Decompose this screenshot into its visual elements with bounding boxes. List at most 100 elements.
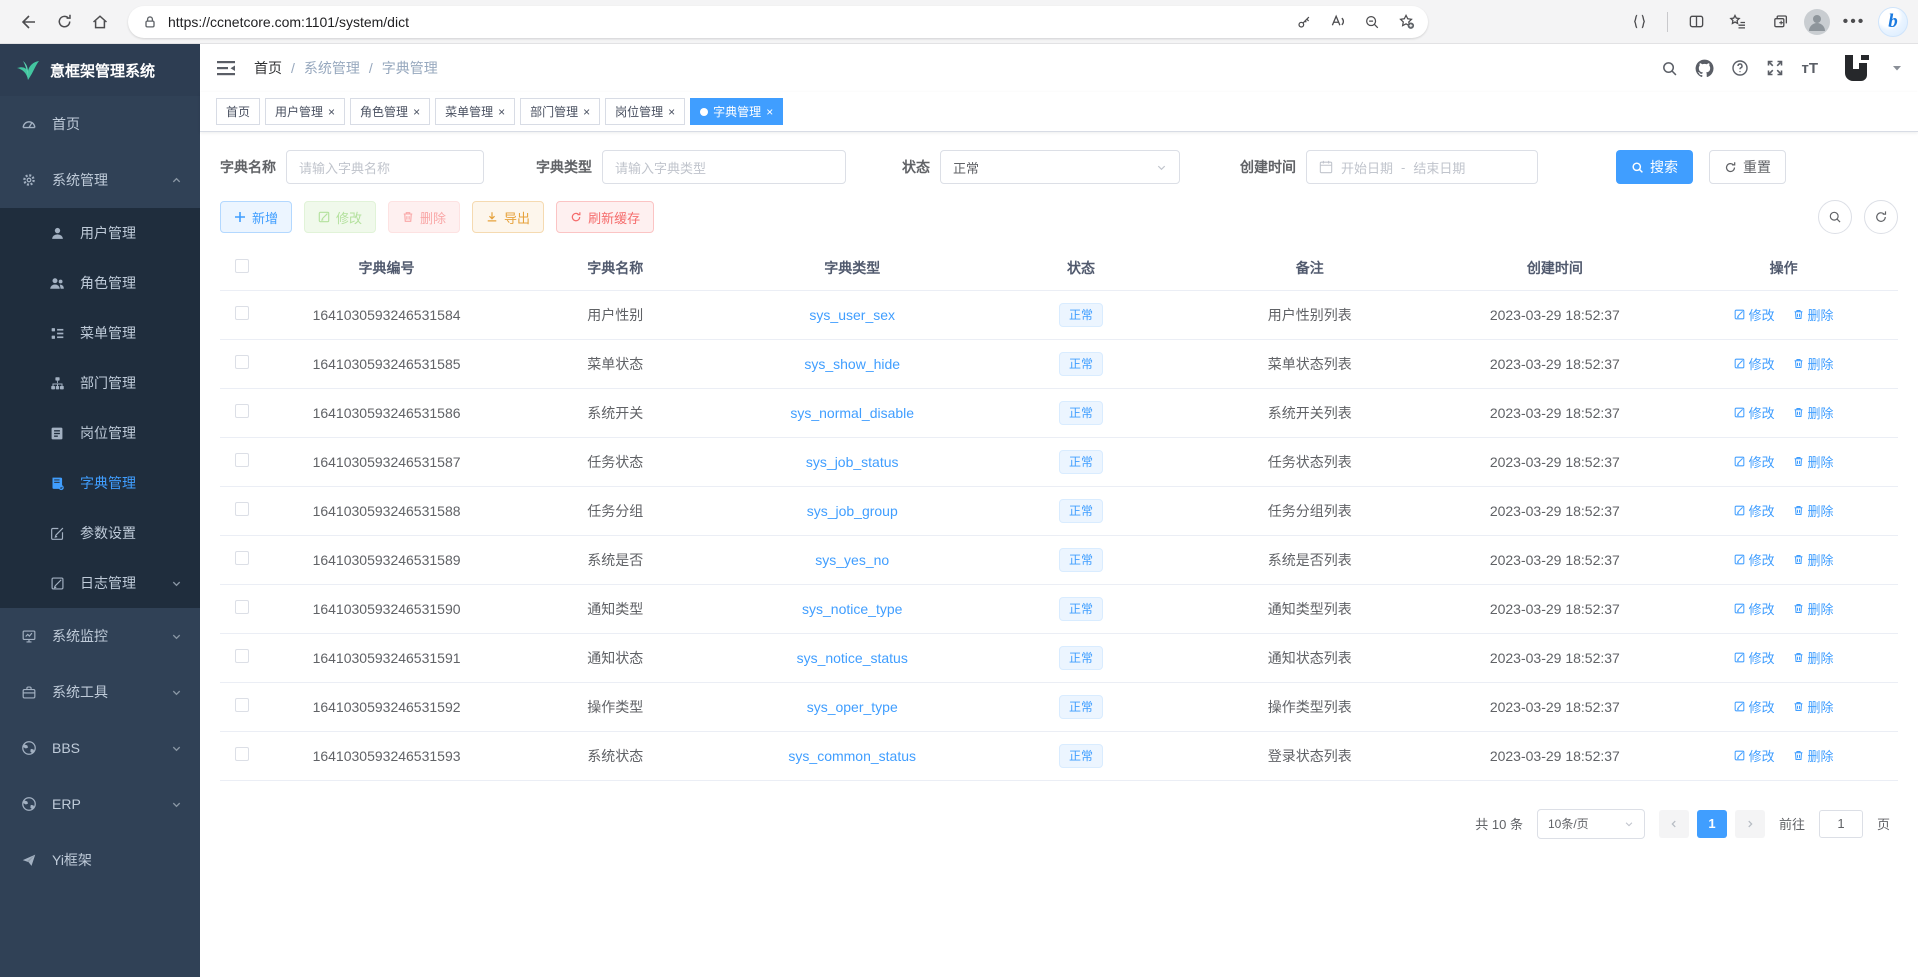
row-checkbox[interactable] [235, 355, 249, 369]
browser-back-button[interactable] [10, 5, 46, 39]
row-checkbox[interactable] [235, 502, 249, 516]
sidebar-item-system-tools[interactable]: 系统工具 [0, 664, 200, 720]
view-tab[interactable]: 岗位管理 × [605, 98, 685, 125]
sidebar-item-role-management[interactable]: 角色管理 [0, 258, 200, 308]
dict-type-link[interactable]: sys_normal_disable [790, 405, 914, 421]
zoom-out-button[interactable] [1356, 8, 1388, 36]
dict-type-link[interactable]: sys_oper_type [807, 699, 898, 715]
delete-button[interactable]: 删除 [388, 201, 460, 233]
dict-name-input[interactable]: 请输入字典名称 [286, 150, 484, 184]
address-bar[interactable]: https://ccnetcore.com:1101/system/dict [128, 6, 1428, 38]
sidebar-item-user-management[interactable]: 用户管理 [0, 208, 200, 258]
edit-button[interactable]: 修改 [304, 201, 376, 233]
search-button[interactable]: 搜索 [1616, 150, 1693, 184]
sidebar-collapse-button[interactable] [216, 59, 236, 77]
tab-close-icon[interactable]: × [413, 106, 420, 118]
password-key-button[interactable] [1288, 8, 1320, 36]
dict-type-link[interactable]: sys_job_status [806, 454, 899, 470]
row-delete-button[interactable]: 删除 [1793, 746, 1834, 765]
sidebar-item-dept-management[interactable]: 部门管理 [0, 358, 200, 408]
row-checkbox[interactable] [235, 551, 249, 565]
browser-profile-avatar[interactable] [1804, 9, 1830, 35]
read-aloud-button[interactable] [1322, 8, 1354, 36]
reset-button[interactable]: 重置 [1709, 150, 1786, 184]
sidebar-item-yi-framework[interactable]: Yi框架 [0, 832, 200, 888]
breadcrumb-home[interactable]: 首页 [254, 58, 282, 78]
sidebar-item-post-management[interactable]: 岗位管理 [0, 408, 200, 458]
current-page-button[interactable]: 1 [1697, 810, 1727, 838]
row-edit-button[interactable]: 修改 [1734, 452, 1775, 471]
row-checkbox[interactable] [235, 404, 249, 418]
view-tab[interactable]: 角色管理 × [350, 98, 430, 125]
tab-close-icon[interactable]: × [328, 106, 335, 118]
row-checkbox[interactable] [235, 600, 249, 614]
collections-button[interactable] [1762, 5, 1798, 39]
browser-menu-button[interactable]: ••• [1836, 5, 1872, 39]
dict-type-link[interactable]: sys_user_sex [809, 307, 895, 323]
favorite-add-button[interactable] [1390, 8, 1422, 36]
tab-close-icon[interactable]: × [766, 106, 773, 118]
row-edit-button[interactable]: 修改 [1734, 746, 1775, 765]
row-edit-button[interactable]: 修改 [1734, 697, 1775, 716]
sidebar-item-param-settings[interactable]: 参数设置 [0, 508, 200, 558]
sidebar-item-bbs[interactable]: BBS [0, 720, 200, 776]
row-delete-button[interactable]: 删除 [1793, 550, 1834, 569]
sidebar-item-menu-management[interactable]: 菜单管理 [0, 308, 200, 358]
sidebar-item-log-management[interactable]: 日志管理 [0, 558, 200, 608]
table-refresh-button[interactable] [1864, 200, 1898, 234]
view-tab[interactable]: 部门管理 × [520, 98, 600, 125]
browser-refresh-button[interactable] [46, 5, 82, 39]
dict-type-link[interactable]: sys_notice_status [797, 650, 908, 666]
tab-close-icon[interactable]: × [668, 106, 675, 118]
next-page-button[interactable] [1735, 810, 1765, 838]
page-size-select[interactable]: 10条/页 [1537, 809, 1645, 839]
row-delete-button[interactable]: 删除 [1793, 697, 1834, 716]
export-button[interactable]: 导出 [472, 201, 544, 233]
favorites-bar-button[interactable] [1720, 5, 1756, 39]
table-search-toggle-button[interactable] [1818, 200, 1852, 234]
row-checkbox[interactable] [235, 306, 249, 320]
row-edit-button[interactable]: 修改 [1734, 599, 1775, 618]
dict-type-link[interactable]: sys_common_status [788, 748, 916, 764]
refresh-cache-button[interactable]: 刷新缓存 [556, 201, 654, 233]
row-delete-button[interactable]: 删除 [1793, 452, 1834, 471]
url-text[interactable]: https://ccnetcore.com:1101/system/dict [168, 14, 1288, 30]
sidebar-item-system-management[interactable]: 系统管理 [0, 152, 200, 208]
prev-page-button[interactable] [1659, 810, 1689, 838]
add-button[interactable]: 新增 [220, 201, 292, 233]
help-button[interactable] [1731, 59, 1749, 77]
view-tab[interactable]: 首页 [216, 98, 260, 125]
row-delete-button[interactable]: 删除 [1793, 403, 1834, 422]
row-checkbox[interactable] [235, 747, 249, 761]
row-delete-button[interactable]: 删除 [1793, 648, 1834, 667]
header-search-button[interactable] [1661, 60, 1678, 77]
row-edit-button[interactable]: 修改 [1734, 550, 1775, 569]
bing-copilot-button[interactable]: b [1878, 7, 1908, 37]
row-delete-button[interactable]: 删除 [1793, 305, 1834, 324]
avatar-dropdown-caret[interactable] [1892, 64, 1902, 72]
row-edit-button[interactable]: 修改 [1734, 501, 1775, 520]
row-delete-button[interactable]: 删除 [1793, 501, 1834, 520]
browser-home-button[interactable] [82, 5, 118, 39]
dict-type-link[interactable]: sys_yes_no [815, 552, 889, 568]
status-select[interactable]: 正常 [940, 150, 1180, 184]
row-checkbox[interactable] [235, 698, 249, 712]
user-avatar-logo[interactable] [1841, 51, 1875, 85]
row-checkbox[interactable] [235, 453, 249, 467]
row-edit-button[interactable]: 修改 [1734, 648, 1775, 667]
row-checkbox[interactable] [235, 649, 249, 663]
select-all-checkbox[interactable] [235, 259, 249, 273]
row-edit-button[interactable]: 修改 [1734, 305, 1775, 324]
tab-close-icon[interactable]: × [583, 106, 590, 118]
dict-type-input[interactable]: 请输入字典类型 [602, 150, 846, 184]
fullscreen-button[interactable] [1766, 59, 1784, 77]
sidebar-item-system-monitor[interactable]: 系统监控 [0, 608, 200, 664]
font-size-button[interactable]: тT [1801, 60, 1818, 77]
split-screen-button[interactable] [1678, 5, 1714, 39]
extensions-button[interactable] [1621, 5, 1657, 39]
tab-close-icon[interactable]: × [498, 106, 505, 118]
view-tab[interactable]: 菜单管理 × [435, 98, 515, 125]
row-delete-button[interactable]: 删除 [1793, 599, 1834, 618]
sidebar-item-erp[interactable]: ERP [0, 776, 200, 832]
goto-page-input[interactable]: 1 [1819, 810, 1863, 838]
